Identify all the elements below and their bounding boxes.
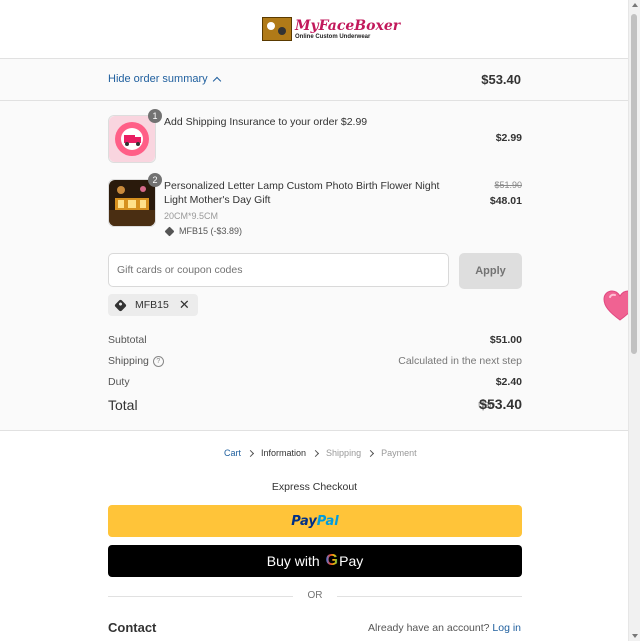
tag-icon — [114, 298, 127, 312]
scroll-down-icon[interactable] — [632, 634, 638, 638]
coupon-code-input[interactable] — [108, 253, 449, 287]
breadcrumb-shipping: Shipping — [326, 448, 362, 458]
quantity-badge: 1 — [148, 109, 162, 123]
item-title: Personalized Letter Lamp Custom Photo Bi… — [164, 180, 440, 206]
subtotal-value: $51.00 — [489, 334, 522, 346]
shipping-value: Calculated in the next step — [398, 355, 522, 367]
paypal-button[interactable]: Pay Pal — [108, 505, 522, 537]
google-pay-button[interactable]: Buy with G Pay — [108, 545, 522, 577]
hide-order-summary-link[interactable]: Hide order summary — [108, 73, 221, 85]
duty-value: $2.40 — [495, 376, 522, 388]
shipping-insurance-image — [109, 116, 155, 162]
quantity-badge: 2 — [148, 173, 162, 187]
order-summary-toggle-bar[interactable]: Hide order summary $53.40 — [0, 59, 629, 101]
product-thumbnail: 2 — [108, 173, 162, 227]
breadcrumb: Cart Information Shipping Payment — [224, 448, 417, 458]
logo-icon — [262, 17, 292, 41]
letter-lamp-image — [109, 180, 155, 226]
account-prompt: Already have an account? Log in — [368, 622, 521, 634]
chevron-right-icon — [246, 449, 255, 457]
item-price: $48.01 — [489, 195, 522, 207]
duty-row: Duty $2.40 — [108, 376, 522, 388]
scroll-up-icon[interactable] — [632, 3, 638, 7]
chevron-right-icon — [367, 449, 375, 457]
item-title: Add Shipping Insurance to your order $2.… — [164, 116, 368, 128]
order-summary: Hide order summary $53.40 1 Add Shipping… — [0, 59, 629, 431]
item-variant: 20CM*9.5CM — [164, 211, 219, 221]
brand-tagline: Online Custom Underwear — [295, 33, 371, 40]
chevron-up-icon — [212, 76, 221, 85]
item-original-price: $51.90 — [494, 180, 522, 190]
or-divider: OR — [108, 590, 522, 602]
applied-coupon-chip: MFB15 ✕ — [108, 294, 198, 316]
summary-total: $53.40 — [481, 72, 521, 87]
brand-logo[interactable]: MyFaceBoxer Online Custom Underwear — [262, 16, 400, 42]
product-thumbnail: 1 — [108, 109, 162, 163]
item-price: $2.99 — [495, 132, 522, 144]
tag-icon — [164, 226, 175, 236]
applied-coupon-code: MFB15 — [135, 299, 169, 311]
total-label: Total — [108, 397, 138, 413]
checkout-page: MyFaceBoxer Online Custom Underwear Hide… — [0, 0, 629, 641]
chevron-right-icon — [312, 449, 320, 457]
shipping-row: Shipping? Calculated in the next step — [108, 355, 522, 367]
item-discount: MFB15 (-$3.89) — [164, 226, 242, 236]
brand-name: MyFaceBoxer — [295, 17, 401, 34]
scrollbar-thumb[interactable] — [631, 14, 637, 354]
total-value: $53.40 — [479, 396, 522, 412]
line-item: 2 Personalized Letter Lamp Custom Photo … — [108, 173, 522, 249]
apply-coupon-button[interactable]: Apply — [459, 253, 522, 289]
line-item: 1 Add Shipping Insurance to your order $… — [108, 109, 522, 165]
contact-heading: Contact — [108, 620, 157, 635]
vertical-scrollbar[interactable] — [628, 0, 640, 641]
help-icon[interactable]: ? — [152, 355, 164, 367]
google-g-icon: G — [325, 552, 339, 569]
express-checkout-label: Express Checkout — [271, 481, 358, 493]
breadcrumb-payment: Payment — [381, 448, 417, 458]
breadcrumb-cart[interactable]: Cart — [224, 448, 241, 458]
login-link[interactable]: Log in — [492, 622, 521, 634]
remove-coupon-icon[interactable]: ✕ — [179, 297, 190, 313]
subtotal-row: Subtotal $51.00 — [108, 334, 522, 346]
breadcrumb-information: Information — [261, 448, 307, 458]
